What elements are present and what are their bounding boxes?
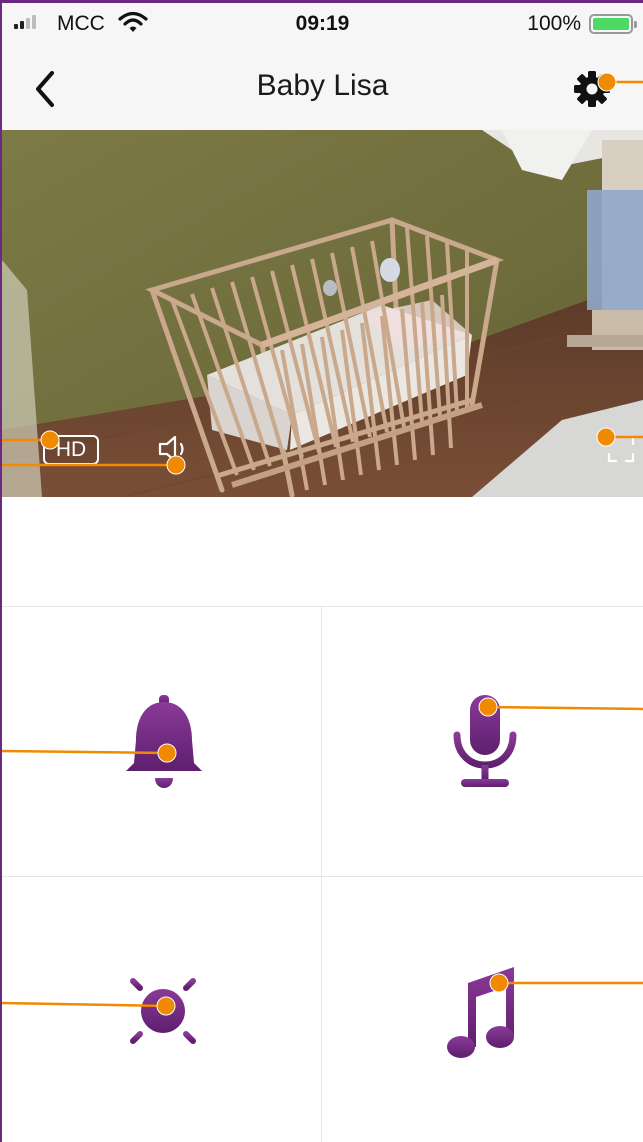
speaker-toggle-button[interactable] [156,434,192,464]
status-bar: MCC 09:19 100% [2,3,643,47]
fullscreen-button[interactable] [606,434,636,464]
lullaby-music-tile[interactable] [322,877,643,1142]
alert-bell-tile[interactable] [2,607,322,877]
bell-icon [126,695,202,788]
page-title: Baby Lisa [256,69,389,102]
hd-quality-toggle[interactable]: HD [43,435,99,465]
settings-button[interactable] [572,69,612,109]
speaker-icon [158,435,184,463]
camera-video-feed[interactable]: HD [2,130,643,497]
battery-icon [589,14,637,34]
fullscreen-icon [607,435,635,463]
battery-percent: 100% [527,12,581,35]
sun-icon [117,965,209,1057]
music-note-icon [447,967,514,1058]
night-light-tile[interactable] [2,877,322,1142]
gear-icon [574,71,610,107]
microphone-icon [453,695,517,787]
controls-grid [2,606,643,1142]
navigation-bar: Baby Lisa [2,47,643,130]
battery-fill [593,18,629,30]
app-frame: MCC 09:19 100% Baby Lisa HD [0,0,643,1142]
talk-microphone-tile[interactable] [322,607,643,877]
